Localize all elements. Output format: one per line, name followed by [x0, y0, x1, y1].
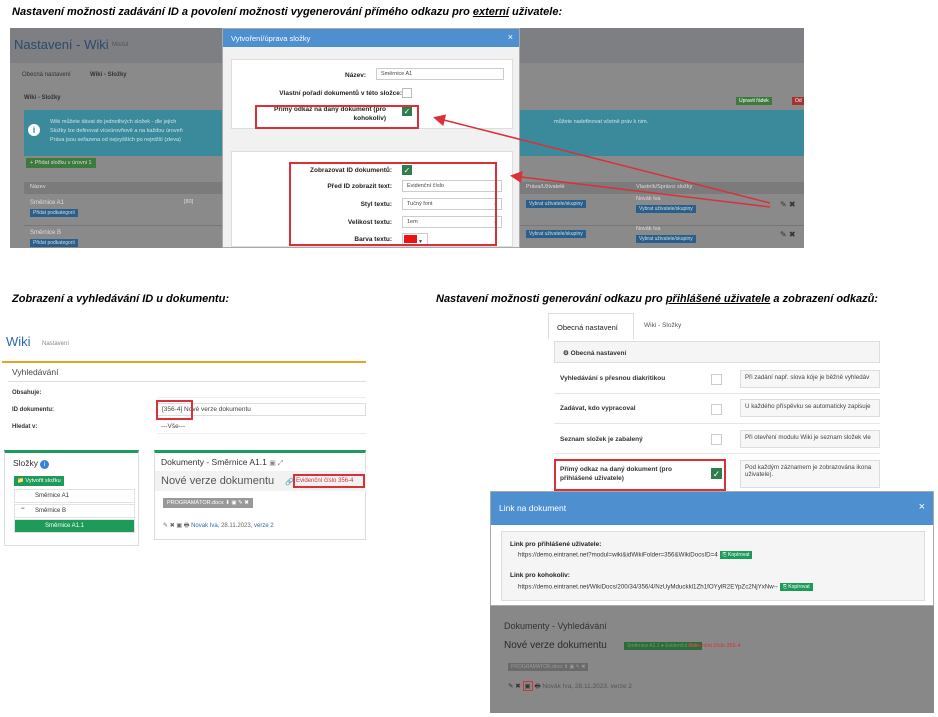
search-in-select[interactable]: ---Vše--- [157, 421, 366, 434]
link-modal: Link na dokument × Link pro přihlášené už… [490, 491, 934, 606]
modal-header: Link na dokument × [491, 492, 933, 525]
logged-link-url: https://demo.eintranet.net?modul=wiki&id… [518, 551, 753, 559]
modal-title: Link na dokument [499, 503, 567, 513]
setting-row: Zadávat, kdo vypracoval U každého příspě… [554, 394, 880, 424]
anyone-link-url: https://demo.eintranet.net/WikiDocs/200/… [518, 583, 813, 591]
doc-id-label: ID dokumentu: [12, 407, 54, 413]
copy-button[interactable]: ⎘ Kopírovat [719, 551, 753, 559]
contains-label: Obsahuje: [12, 390, 42, 396]
documents-title: Dokumenty - Vyhledávání [504, 621, 607, 631]
screenshot-general-settings: Obecná nastavení Wiki - Složky ⚙ Obecná … [548, 311, 880, 496]
highlight-doc-id [156, 400, 193, 420]
documents-title: Dokumenty - Směrnice A1.1 ▣ ⤢ [161, 457, 284, 467]
anyone-link-label: Link pro kohokoliv: [510, 572, 570, 579]
tab-general[interactable]: Obecná nastavení [548, 313, 634, 339]
setting-checkbox[interactable] [711, 434, 722, 445]
link-body: Link pro přihlášené uživatele: https://d… [501, 531, 925, 601]
search-in-label: Hledat v: [12, 424, 38, 430]
close-icon[interactable]: × [919, 501, 925, 513]
copy-button[interactable]: ⎘ Kopírovat [779, 583, 813, 591]
screenshot-id-search: Wiki Nastavení Vyhledávání Obsahuje: ID … [2, 327, 366, 554]
settings-link[interactable]: Nastavení [42, 341, 69, 347]
contains-input[interactable] [157, 385, 366, 398]
folder-item[interactable]: − Směrnice B [14, 504, 135, 518]
info-icon[interactable]: i [40, 460, 50, 469]
folders-panel: Složky i 📁 Vytvořit složku Směrnice A1 − S… [4, 450, 139, 546]
folders-title: Složky [13, 458, 39, 468]
folder-item-selected[interactable]: Směrnice A1.1 [14, 519, 135, 533]
search-title: Vyhledávání [12, 367, 59, 377]
documents-panel: Dokumenty - Směrnice A1.1 ▣ ⤢ Nové verze… [154, 450, 366, 540]
tab-wiki-folders[interactable]: Wiki - Složky [644, 322, 681, 329]
highlight-evidence [293, 474, 365, 488]
link-icon[interactable]: ▣ [522, 681, 533, 691]
divider [2, 361, 366, 363]
screenshot-link-modal: Link na dokument × Link pro přihlášené už… [490, 491, 934, 713]
logged-link-label: Link pro přihlášené uživatele: [510, 541, 602, 548]
folder-item[interactable]: Směrnice A1 [14, 489, 135, 503]
setting-row: Vyhledávání s přesnou diakritikou Při za… [554, 366, 880, 394]
file-badge[interactable]: PROGRAMÁTOR.docx ⬇ ▣ ✎ ✖ [163, 498, 253, 508]
setting-row: Seznam složek je zabalený Při otevření m… [554, 424, 880, 454]
wiki-title: Wiki [6, 334, 31, 349]
file-badge[interactable]: PROGRAMÁTOR.docx ⬇ ▣ ✎ ✖ [508, 663, 589, 671]
document-name[interactable]: Nové verze dokumentu [161, 475, 274, 487]
setting-checkbox[interactable] [711, 404, 722, 415]
evidence-number: Evidenční číslo 356-4 [688, 643, 741, 649]
divider [8, 381, 366, 382]
document-meta: ✎ ✖ ▣ 🖶 Novák Iva, 28.11.2023, verze 2 [508, 681, 632, 691]
document-name[interactable]: Nové verze dokumentu [504, 640, 607, 651]
section-header: ⚙ Obecná nastavení [554, 341, 880, 363]
highlight-direct-link [554, 459, 726, 491]
document-meta: ✎ ✖ ▣ 🖶 Novak Iva, 28.11.2023, verze 2 [163, 523, 274, 529]
setting-checkbox[interactable] [711, 374, 722, 385]
new-folder-button[interactable]: 📁 Vytvořit složku [14, 476, 64, 486]
